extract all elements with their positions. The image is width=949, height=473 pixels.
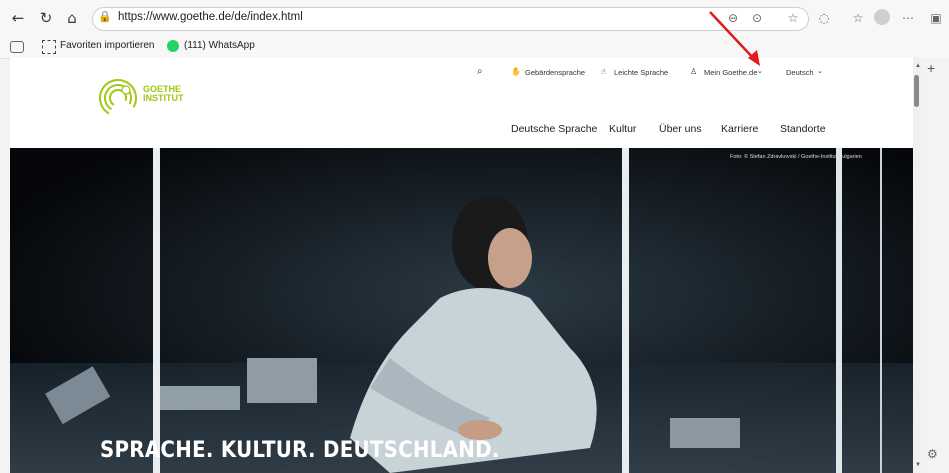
hand-icon: ✋ [511, 67, 521, 76]
util-language[interactable]: Deutsch [786, 68, 814, 77]
web-page: GOETHE INSTITUT ⌕ ✋ Gebärdensprache ☝ Le… [10, 58, 913, 473]
photo-credit: Foto: © Stefan Zdravkovski / Goethe-Inst… [730, 154, 862, 160]
edge-sidebar [920, 58, 949, 473]
nav-kultur[interactable]: Kultur [609, 123, 636, 135]
goethe-logo-icon[interactable] [98, 78, 138, 118]
refresh-icon[interactable]: ↻ [36, 8, 56, 28]
scroll-thumb[interactable] [914, 75, 919, 107]
nav-ueber-uns[interactable]: Über uns [659, 123, 702, 135]
whatsapp-icon [167, 40, 179, 52]
scroll-up-icon[interactable]: ▲ [915, 63, 921, 69]
logo-text: GOETHE INSTITUT [143, 85, 184, 103]
home-icon[interactable]: ⌂ [62, 8, 82, 28]
url-text: https://www.goethe.de/de/index.html [118, 11, 303, 23]
lock-icon[interactable]: 🔒 [98, 10, 112, 24]
scroll-down-icon[interactable]: ▼ [915, 462, 921, 468]
annotation-arrow [709, 11, 760, 66]
tab-actions-icon[interactable] [10, 41, 24, 53]
favorites-icon[interactable]: ☆ [850, 10, 866, 26]
profile-avatar[interactable] [874, 9, 890, 25]
menu-dots-icon[interactable]: ⋯ [900, 10, 916, 26]
bookmark-import[interactable]: Favoriten importieren [60, 40, 154, 51]
add-icon[interactable]: + [927, 60, 935, 76]
easy-language-icon: ☝ [601, 67, 606, 76]
favorite-star-icon[interactable]: ☆ [785, 10, 801, 26]
hero-headline: SPRACHE. KULTUR. DEUTSCHLAND. [100, 438, 500, 463]
hero-section[interactable]: Foto: © Stefan Zdravkovski / Goethe-Inst… [10, 148, 913, 473]
util-leichte-sprache[interactable]: Leichte Sprache [614, 68, 668, 77]
logo-line2: INSTITUT [143, 93, 184, 103]
util-mein-goethe[interactable]: Mein Goethe.de [704, 68, 757, 77]
settings-icon[interactable]: ⚙ [927, 447, 938, 461]
chevron-down-icon[interactable]: ⌄ [757, 67, 763, 75]
chevron-down-icon[interactable]: ⌄ [817, 67, 823, 75]
back-icon[interactable]: ← [8, 8, 28, 28]
search-icon[interactable]: ⌕ [477, 66, 483, 77]
util-gebaerdensprache[interactable]: Gebärdensprache [525, 68, 585, 77]
copilot-icon[interactable]: ◌ [816, 10, 832, 26]
hero-image [10, 148, 913, 473]
import-icon [42, 40, 56, 54]
site-header: GOETHE INSTITUT ⌕ ✋ Gebärdensprache ☝ Le… [10, 58, 913, 149]
nav-standorte[interactable]: Standorte [780, 123, 826, 135]
nav-karriere[interactable]: Karriere [721, 123, 758, 135]
nav-deutsche-sprache[interactable]: Deutsche Sprache [511, 123, 597, 135]
page-scrollbar[interactable] [913, 58, 921, 473]
bookmark-whatsapp[interactable]: (111) WhatsApp [184, 40, 255, 51]
user-icon: ♙ [690, 67, 698, 76]
sidebar-toggle-icon[interactable]: ▣ [928, 10, 944, 26]
